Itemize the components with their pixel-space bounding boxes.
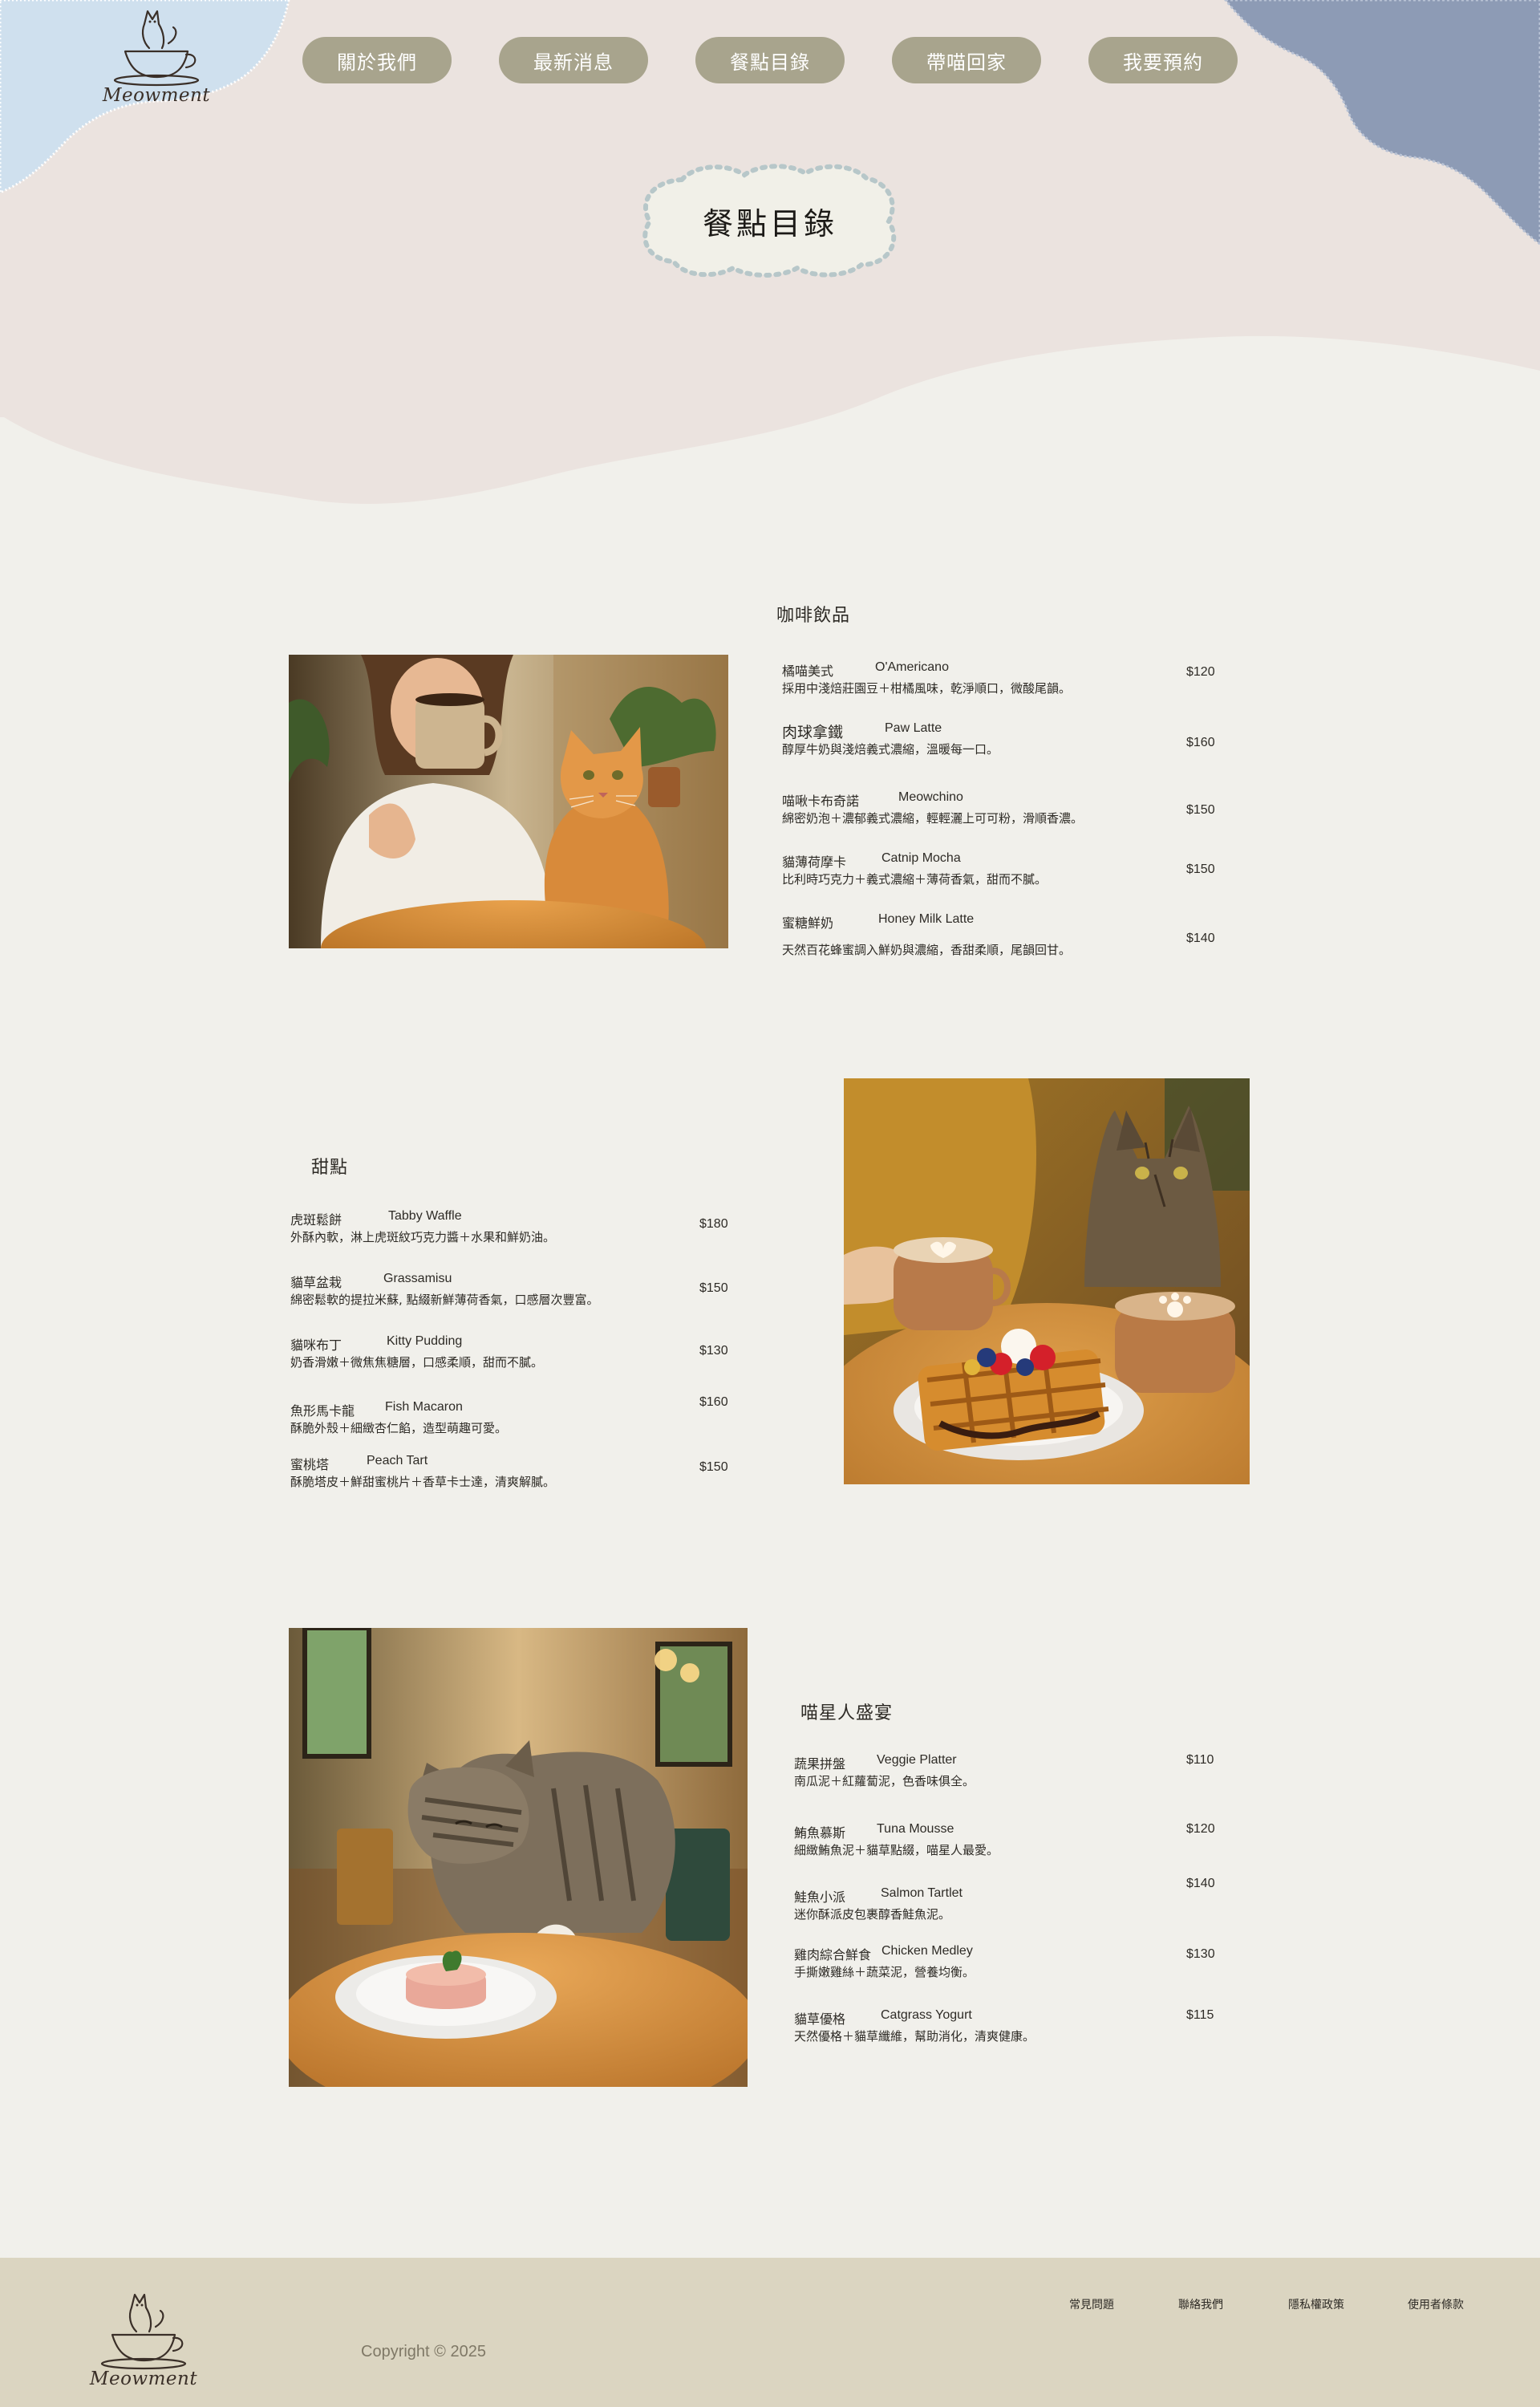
nav-news[interactable]: 最新消息 <box>499 37 648 83</box>
item-name-en: Veggie Platter <box>877 1753 957 1767</box>
item-name-en: Catnip Mocha <box>881 851 961 865</box>
item-desc: 比利時巧克力＋義式濃縮＋薄荷香氣，甜而不膩。 <box>782 872 1048 887</box>
item-desc: 天然優格＋貓草纖維，幫助消化，清爽健康。 <box>794 2029 1035 2044</box>
item-name-en: Fish Macaron <box>385 1400 463 1414</box>
item-desc: 酥脆塔皮＋鮮甜蜜桃片＋香草卡士達，清爽解膩。 <box>290 1475 556 1489</box>
item-price: $150 <box>699 1281 728 1295</box>
item-desc: 天然百花蜂蜜調入鮮奶與濃縮，香甜柔順，尾韻回甘。 <box>782 943 1072 957</box>
item-name-zh: 肉球拿鐵 <box>782 724 844 741</box>
item-name-zh: 橘喵美式 <box>782 664 834 679</box>
item-desc: 南瓜泥＋紅蘿蔔泥，色香味俱全。 <box>794 1774 975 1788</box>
coffee-cat-icon <box>100 2293 187 2370</box>
item-desc: 醇厚牛奶與淺焙義式濃縮，溫暖每一口。 <box>782 742 999 757</box>
footer-link-privacy[interactable]: 隱私權政策 <box>1288 2296 1344 2312</box>
item-price: $160 <box>699 1395 728 1409</box>
item-name-zh: 鮪魚慕斯 <box>794 1825 846 1841</box>
nav-about[interactable]: 關於我們 <box>302 37 452 83</box>
footer-link-faq[interactable]: 常見問題 <box>1069 2296 1114 2312</box>
item-name-zh: 蜜桃塔 <box>290 1457 330 1472</box>
item-price: $150 <box>699 1460 728 1474</box>
item-name-zh: 貓薄荷摩卡 <box>782 854 847 870</box>
footer-link-terms[interactable]: 使用者條款 <box>1408 2296 1464 2312</box>
item-name-zh: 貓草優格 <box>794 2011 846 2027</box>
item-name-zh: 雞肉綜合鮮食 <box>794 1947 872 1963</box>
item-price: $130 <box>1186 1947 1215 1961</box>
item-desc: 細緻鮪魚泥＋貓草點綴，喵星人最愛。 <box>794 1843 999 1857</box>
item-name-en: Salmon Tartlet <box>881 1886 962 1900</box>
item-desc: 綿密鬆軟的提拉米蘇, 點綴新鮮薄荷香氣，口感層次豐富。 <box>290 1293 599 1307</box>
cat-feast-section-photo <box>289 1628 748 2087</box>
item-name-zh: 鮭魚小派 <box>794 1889 846 1905</box>
coffee-section-photo <box>289 655 728 948</box>
item-name-zh: 蜜糖鮮奶 <box>782 915 834 931</box>
item-name-en: Catgrass Yogurt <box>881 2008 972 2022</box>
brand-logo[interactable]: Meowment <box>99 6 213 106</box>
item-desc: 採用中淺焙莊園豆＋柑橘風味，乾淨順口，微酸尾韻。 <box>782 681 1072 696</box>
item-price: $110 <box>1186 1753 1214 1767</box>
page-title-badge: 餐點目錄 <box>634 164 906 278</box>
item-name-en: Honey Milk Latte <box>878 912 975 926</box>
item-price: $140 <box>1186 932 1215 945</box>
dessert-section-photo <box>844 1078 1250 1484</box>
item-price: $150 <box>1186 803 1215 817</box>
item-name-zh: 貓草盆栽 <box>290 1275 342 1290</box>
item-price: $140 <box>1186 1877 1215 1890</box>
item-name-en: Tuna Mousse <box>877 1822 954 1836</box>
item-name-zh: 魚形馬卡龍 <box>290 1403 355 1419</box>
section-title-coffee: 咖啡飲品 <box>776 606 851 626</box>
brand-wordmark: Meowment <box>102 85 211 106</box>
item-desc: 酥脆外殼＋細緻杏仁餡，造型萌趣可愛。 <box>290 1421 508 1435</box>
item-name-zh: 喵啾卡布奇諾 <box>782 794 860 809</box>
item-name-en: Paw Latte <box>885 721 942 735</box>
item-price: $130 <box>699 1344 728 1358</box>
item-price: $160 <box>1186 736 1215 749</box>
nav-menu[interactable]: 餐點目錄 <box>695 37 845 83</box>
item-desc: 外酥內軟，淋上虎斑紋巧克力醬＋水果和鮮奶油。 <box>290 1230 556 1244</box>
coffee-cat-icon <box>113 10 200 87</box>
item-price: $120 <box>1186 665 1215 679</box>
footer-brand-wordmark: Meowment <box>89 2368 198 2389</box>
item-name-en: Chicken Medley <box>881 1944 973 1958</box>
hero-background <box>0 0 1540 504</box>
footer-brand-logo[interactable]: Meowment <box>87 2290 201 2389</box>
nav-adopt[interactable]: 帶喵回家 <box>892 37 1041 83</box>
item-name-en: Grassamisu <box>383 1272 452 1285</box>
item-name-zh: 蔬果拼盤 <box>794 1756 846 1772</box>
page-title: 餐點目錄 <box>702 205 837 242</box>
item-price: $180 <box>699 1217 728 1231</box>
item-name-en: Tabby Waffle <box>388 1209 462 1223</box>
item-name-zh: 貓咪布丁 <box>290 1337 342 1353</box>
item-desc: 綿密奶泡＋濃郁義式濃縮，輕輕灑上可可粉，滑順香濃。 <box>782 811 1084 826</box>
item-desc: 迷你酥派皮包裹醇香鮭魚泥。 <box>794 1907 951 1922</box>
item-price: $115 <box>1186 2008 1214 2022</box>
item-price: $150 <box>1186 863 1215 876</box>
item-name-en: O'Americano <box>875 660 949 674</box>
item-name-en: Kitty Pudding <box>387 1334 463 1348</box>
item-desc: 奶香滑嫩＋微焦焦糖層，口感柔順，甜而不膩。 <box>290 1355 544 1370</box>
site-footer: Meowment Copyright © 2025 常見問題 聯絡我們 隱私權政… <box>0 2258 1540 2407</box>
section-title-cat-feast: 喵星人盛宴 <box>800 1703 894 1723</box>
copyright-text: Copyright © 2025 <box>361 2343 486 2360</box>
item-name-en: Peach Tart <box>367 1454 428 1467</box>
nav-reservation[interactable]: 我要預約 <box>1088 37 1238 83</box>
section-title-dessert: 甜點 <box>311 1158 349 1178</box>
item-desc: 手撕嫩雞絲＋蔬菜泥，營養均衡。 <box>794 1965 975 1979</box>
footer-link-contact[interactable]: 聯絡我們 <box>1178 2296 1223 2312</box>
item-name-zh: 虎斑鬆餅 <box>290 1212 342 1228</box>
item-name-en: Meowchino <box>898 790 963 804</box>
item-price: $120 <box>1186 1822 1215 1836</box>
